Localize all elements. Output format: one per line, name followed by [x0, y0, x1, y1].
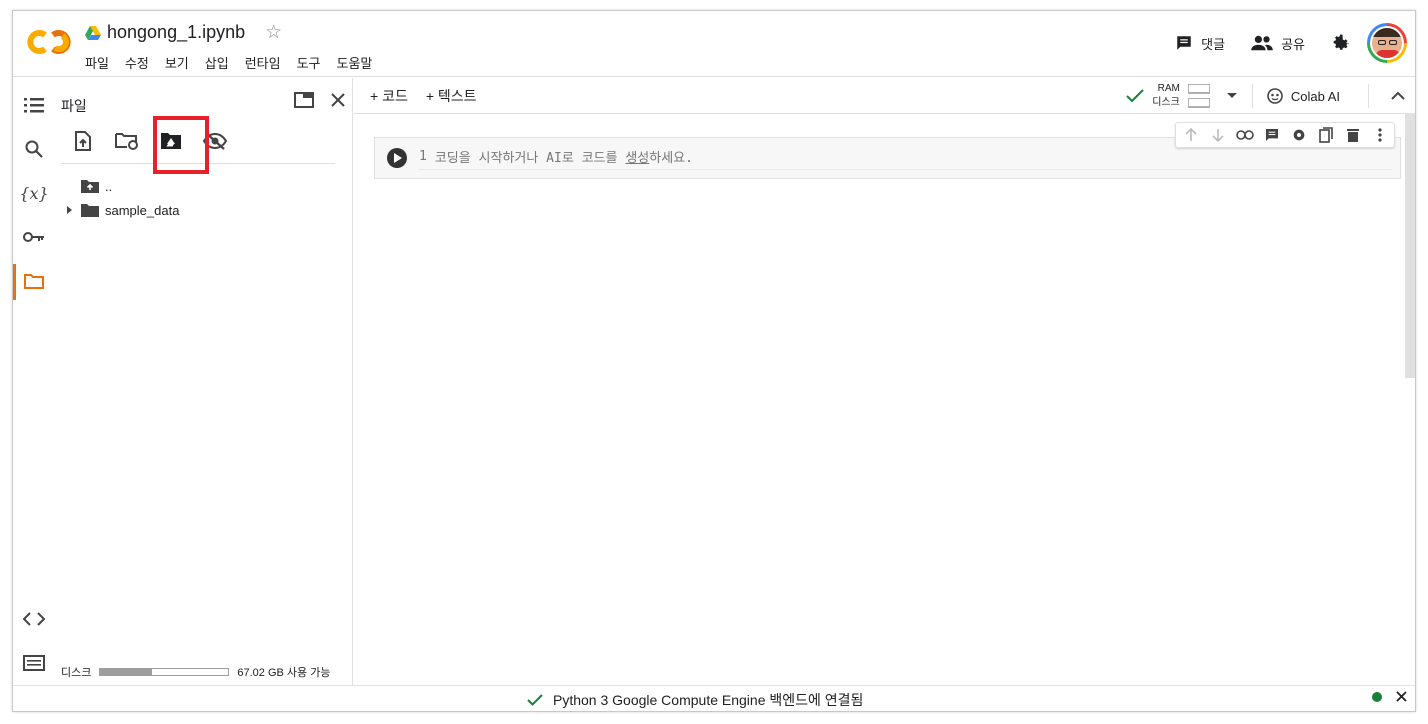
folder-refresh-icon: [115, 132, 138, 150]
title-row: hongong_1.ipynb ☆: [85, 21, 282, 44]
resource-labels: RAM 디스크: [1152, 82, 1180, 110]
folder-up-icon: [81, 180, 99, 193]
disk-available: 67.02 GB 사용 가능: [237, 667, 331, 679]
upload-button[interactable]: [61, 119, 105, 163]
vertical-scrollbar[interactable]: [1405, 114, 1415, 378]
check-icon: [527, 694, 543, 706]
tree-label: ..: [105, 178, 113, 194]
notebook-toolbar: + 코드 + 텍스트 RAM 디스크 Colab AI: [354, 78, 1415, 114]
divider: [1251, 84, 1253, 108]
comment-button[interactable]: 댓글: [1175, 34, 1225, 53]
refresh-button[interactable]: [105, 119, 149, 163]
disk-resource-label: 디스크: [1152, 97, 1180, 108]
status-controls: [1372, 691, 1407, 702]
generate-link[interactable]: 생성: [625, 151, 649, 166]
comment-label: 댓글: [1201, 36, 1226, 52]
notebook-title[interactable]: hongong_1.ipynb: [107, 22, 245, 43]
colab-ai-button[interactable]: Colab AI: [1291, 89, 1340, 104]
ram-label: RAM: [1157, 83, 1180, 94]
line-number: 1: [419, 149, 427, 164]
search-icon[interactable]: [23, 138, 45, 160]
google-drive-icon: [85, 25, 101, 40]
close-icon[interactable]: [330, 92, 346, 108]
left-rail: {x}: [13, 78, 53, 686]
colab-logo[interactable]: [27, 29, 71, 55]
upload-file-icon: [75, 130, 91, 151]
disk-usage: 디스크 67.02 GB 사용 가능: [61, 664, 330, 680]
menu-help[interactable]: 도움말: [335, 53, 375, 72]
folder-icon[interactable]: [23, 270, 45, 292]
move-up-icon[interactable]: [1180, 125, 1201, 145]
comment-icon: [1177, 36, 1191, 50]
header: hongong_1.ipynb ☆ 파일 수정 보기 삽입 런타임 도구 도움말…: [13, 11, 1415, 77]
disk-usage-bar: [99, 668, 230, 676]
panel-window-controls: [294, 92, 346, 108]
panel-title: 파일: [61, 98, 87, 114]
user-avatar[interactable]: [1367, 23, 1407, 63]
notebook-area: + 코드 + 텍스트 RAM 디스크 Colab AI 1 코딩을 시작하거나 …: [354, 78, 1415, 686]
file-tree: .. sample_data: [63, 174, 179, 222]
disk-usage-fill: [100, 669, 152, 675]
add-code-button[interactable]: + 코드: [370, 86, 408, 106]
close-icon[interactable]: [1396, 691, 1407, 702]
status-bar: Python 3 Google Compute Engine 백엔드에 연결됨: [13, 685, 1415, 711]
delete-icon[interactable]: [1342, 125, 1363, 145]
check-icon: [1126, 89, 1144, 103]
settings-icon[interactable]: [1331, 33, 1351, 53]
placeholder-text: 코딩을 시작하거나 AI로 코드를: [434, 151, 618, 166]
chevron-up-icon[interactable]: [1391, 91, 1405, 101]
add-text-button[interactable]: + 텍스트: [426, 86, 477, 106]
file-panel: 파일 .. sample_data 디스크 67.02 GB 사용 가능: [53, 78, 353, 686]
open-in-tab-icon[interactable]: [294, 92, 314, 108]
gear-icon[interactable]: [1288, 125, 1309, 145]
run-cell-button[interactable]: [387, 148, 407, 168]
star-icon[interactable]: ☆: [265, 21, 282, 44]
tree-row-parent[interactable]: ..: [63, 174, 179, 198]
file-toolbar: [61, 116, 335, 174]
code-snippets-icon[interactable]: [23, 608, 45, 630]
dropdown-arrow-icon[interactable]: [1226, 92, 1238, 100]
status-message: Python 3 Google Compute Engine 백엔드에 연결됨: [527, 690, 863, 710]
people-icon: [1251, 35, 1273, 51]
connection-status: Python 3 Google Compute Engine 백엔드에 연결됨: [553, 692, 864, 708]
menu-view[interactable]: 보기: [163, 53, 191, 72]
resource-bars[interactable]: [1187, 84, 1210, 108]
menu-file[interactable]: 파일: [83, 53, 111, 72]
variables-icon[interactable]: {x}: [19, 182, 48, 204]
add-cell-buttons: + 코드 + 텍스트: [370, 86, 477, 106]
share-label: 공유: [1281, 36, 1305, 52]
runtime-status: RAM 디스크 Colab AI: [1126, 82, 1405, 110]
tree-row-sample-data[interactable]: sample_data: [63, 198, 179, 222]
header-actions: 댓글 공유: [1175, 23, 1407, 63]
active-indicator: [13, 264, 16, 300]
caret-right-icon[interactable]: [63, 204, 75, 216]
disk-label: 디스크: [61, 667, 92, 679]
key-icon[interactable]: [23, 226, 45, 248]
mirror-cell-icon[interactable]: [1315, 125, 1336, 145]
divider: [1368, 84, 1369, 108]
link-icon[interactable]: [1234, 125, 1255, 145]
ram-bar: [1187, 84, 1210, 94]
menu-tools[interactable]: 도구: [295, 53, 323, 72]
play-icon: [393, 153, 402, 163]
menu-bar: 파일 수정 보기 삽입 런타임 도구 도움말: [83, 53, 374, 72]
menu-insert[interactable]: 삽입: [203, 53, 231, 72]
menu-edit[interactable]: 수정: [123, 53, 151, 72]
more-vert-icon[interactable]: [1369, 125, 1390, 145]
move-down-icon[interactable]: [1207, 125, 1228, 145]
terminal-icon[interactable]: [23, 652, 45, 674]
cell-toolbar: [1175, 122, 1395, 148]
menu-runtime[interactable]: 런타임: [243, 53, 283, 72]
colab-ai-icon: [1267, 88, 1283, 104]
share-button[interactable]: 공유: [1251, 34, 1305, 53]
status-dot: [1372, 691, 1382, 702]
disk-resource-bar: [1187, 98, 1210, 108]
folder-icon: [81, 204, 99, 217]
comment-icon[interactable]: [1261, 125, 1282, 145]
placeholder-text-end: 하세요.: [649, 151, 693, 166]
highlight-box: [153, 116, 209, 174]
tree-label: sample_data: [105, 202, 180, 218]
colab-window: hongong_1.ipynb ☆ 파일 수정 보기 삽입 런타임 도구 도움말…: [12, 10, 1416, 712]
table-of-contents-icon[interactable]: [23, 94, 45, 116]
